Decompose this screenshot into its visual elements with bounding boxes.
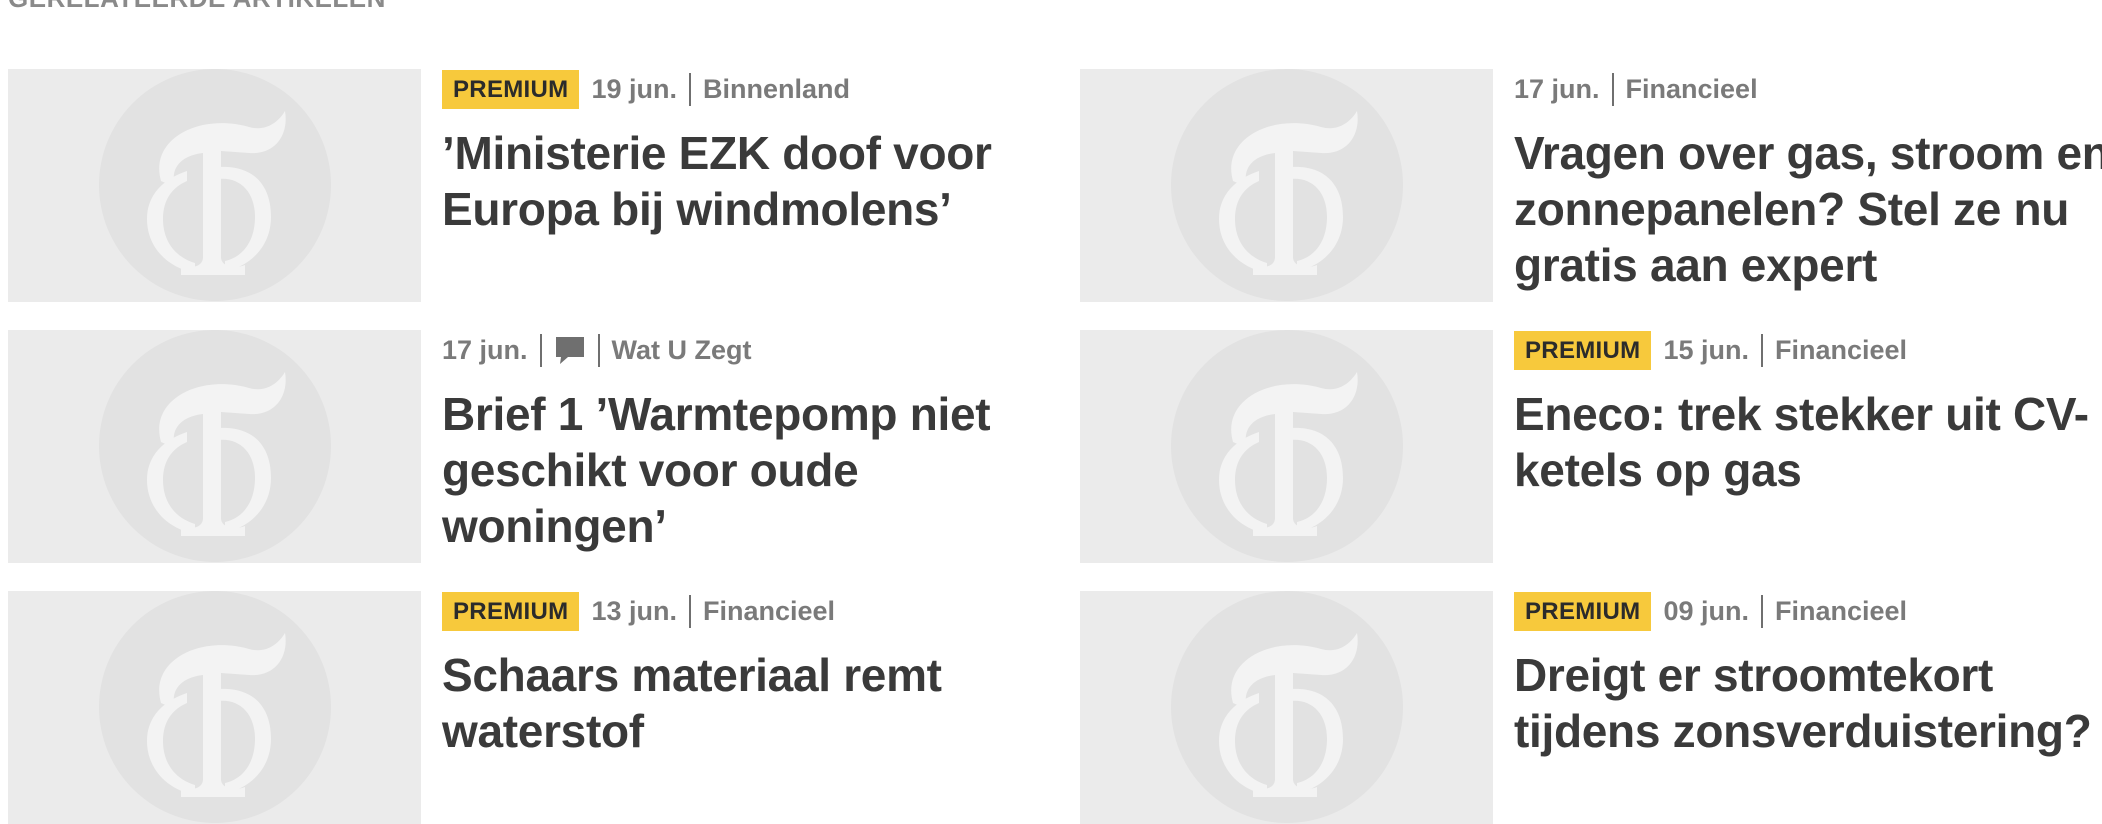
article-card[interactable]: PREMIUM 19 jun. Binnenland ’Ministerie E… (8, 69, 1068, 302)
telegraaf-t-logo-icon (1219, 633, 1358, 797)
article-category[interactable]: Financieel (1775, 596, 1907, 627)
article-date: 15 jun. (1663, 334, 1749, 365)
article-category[interactable]: Financieel (703, 596, 835, 627)
article-card[interactable]: PREMIUM 15 jun. Financieel Eneco: trek s… (1080, 330, 2102, 563)
article-date: 09 jun. (1663, 595, 1749, 626)
article-category[interactable]: Wat U Zegt (612, 335, 752, 366)
article-date: 19 jun. (591, 73, 677, 104)
article-meta: PREMIUM 19 jun. Binnenland (442, 69, 1082, 109)
article-date: 17 jun. (1514, 73, 1600, 104)
premium-badge: PREMIUM (442, 591, 580, 631)
article-card[interactable]: 17 jun. Financieel Vragen over gas, stro… (1080, 69, 2102, 302)
article-title[interactable]: Vragen over gas, stroom en zonnepanelen?… (1514, 125, 2102, 293)
telegraaf-t-logo-icon (1219, 111, 1358, 275)
article-date: 17 jun. (442, 334, 528, 365)
premium-badge: PREMIUM (442, 69, 580, 109)
premium-badge: PREMIUM (1514, 330, 1652, 370)
telegraaf-t-logo-icon (1219, 372, 1358, 536)
article-thumbnail[interactable] (8, 69, 421, 302)
article-title[interactable]: Schaars materiaal remt waterstof (442, 647, 1002, 759)
telegraaf-t-logo-icon (147, 633, 286, 797)
article-meta: 17 jun. Financieel (1514, 69, 2102, 109)
article-thumbnail[interactable] (1080, 330, 1493, 563)
meta-divider (688, 594, 691, 628)
article-card[interactable]: PREMIUM 13 jun. Financieel Schaars mater… (8, 591, 1068, 824)
section-heading: GERELATEERDE ARTIKELEN (8, 0, 386, 14)
meta-divider (1760, 594, 1763, 628)
article-title[interactable]: Brief 1 ’Warmtepomp niet geschikt voor o… (442, 386, 1042, 554)
telegraaf-t-logo-icon (147, 372, 286, 536)
article-thumbnail[interactable] (1080, 69, 1493, 302)
meta-divider (1611, 72, 1614, 106)
meta-divider (688, 72, 691, 106)
article-meta: PREMIUM 13 jun. Financieel (442, 591, 1082, 631)
article-meta: 17 jun. Wat U Zegt (442, 330, 1082, 370)
article-category[interactable]: Financieel (1626, 74, 1758, 105)
article-card[interactable]: PREMIUM 09 jun. Financieel Dreigt er str… (1080, 591, 2102, 824)
article-title[interactable]: ’Ministerie EZK doof voor Europa bij win… (442, 125, 1082, 237)
article-title[interactable]: Dreigt er stroomtekort tijdens zonsverdu… (1514, 647, 2102, 759)
premium-badge: PREMIUM (1514, 591, 1652, 631)
article-meta: PREMIUM 15 jun. Financieel (1514, 330, 2102, 370)
telegraaf-t-logo-icon (147, 111, 286, 275)
article-category[interactable]: Financieel (1775, 335, 1907, 366)
article-card[interactable]: 17 jun. Wat U Zegt Brief 1 ’Warmtepomp n… (8, 330, 1068, 563)
meta-divider (597, 333, 600, 367)
article-date: 13 jun. (591, 595, 677, 626)
meta-divider (1760, 333, 1763, 367)
article-thumbnail[interactable] (8, 330, 421, 563)
article-thumbnail[interactable] (1080, 591, 1493, 824)
meta-divider (539, 333, 542, 367)
article-meta: PREMIUM 09 jun. Financieel (1514, 591, 2102, 631)
article-category[interactable]: Binnenland (703, 74, 850, 105)
article-title[interactable]: Eneco: trek stekker uit CV-ketels op gas (1514, 386, 2094, 498)
comment-bubble-icon[interactable] (554, 333, 586, 367)
article-thumbnail[interactable] (8, 591, 421, 824)
